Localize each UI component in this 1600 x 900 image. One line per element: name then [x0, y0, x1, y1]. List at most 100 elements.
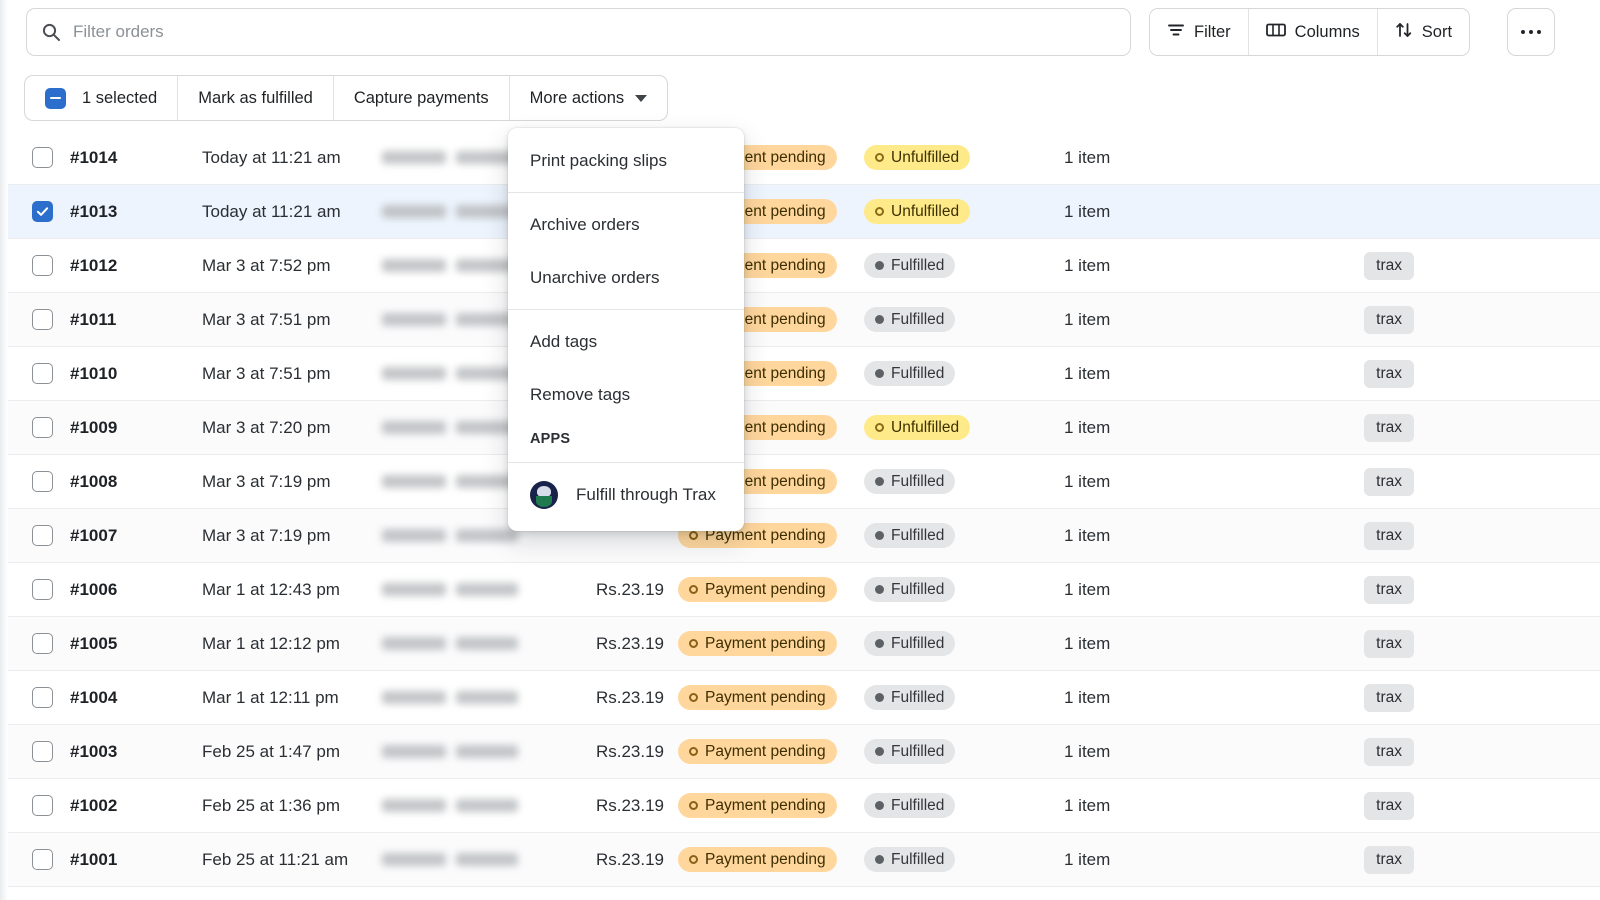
order-number[interactable]: #1013 — [70, 202, 202, 222]
row-checkbox[interactable] — [31, 309, 53, 330]
order-total: Rs.23.19 — [595, 579, 664, 599]
order-tags-cell: trax — [1264, 791, 1600, 820]
filter-button[interactable]: Filter — [1150, 9, 1248, 55]
menu-item[interactable]: Remove tags — [508, 368, 744, 421]
row-checkbox-cell[interactable] — [8, 309, 70, 330]
row-checkbox-cell[interactable] — [8, 471, 70, 492]
row-checkbox-cell[interactable] — [8, 363, 70, 384]
order-number[interactable]: #1007 — [70, 526, 202, 546]
menu-item-fulfill-through-trax[interactable]: Fulfill through Trax — [508, 468, 744, 521]
fulfillment-status-badge: Unfulfilled — [864, 415, 971, 440]
table-row[interactable]: #1007 Mar 3 at 7:19 pm Payment pending Fulf… — [8, 509, 1600, 563]
row-checkbox[interactable] — [31, 795, 53, 816]
select-all-checkbox-cell[interactable]: 1 selected — [25, 76, 177, 120]
search-field-wrapper[interactable] — [26, 8, 1131, 56]
table-row[interactable]: #1010 Mar 3 at 7:51 pm Payment pending Fulf… — [8, 347, 1600, 401]
order-tag: trax — [1364, 305, 1414, 334]
dot-icon — [875, 261, 884, 270]
row-checkbox[interactable] — [31, 255, 53, 276]
dot-icon — [875, 855, 884, 864]
order-number[interactable]: #1008 — [70, 472, 202, 492]
order-number[interactable]: #1005 — [70, 634, 202, 654]
order-tag: trax — [1364, 629, 1414, 658]
payment-status-badge: Payment pending — [678, 631, 837, 656]
row-checkbox-cell[interactable] — [8, 741, 70, 762]
row-checkbox-cell[interactable] — [8, 255, 70, 276]
table-row[interactable]: #1012 Mar 3 at 7:52 pm Payment pending Fulf… — [8, 239, 1600, 293]
order-number[interactable]: #1001 — [70, 850, 202, 870]
row-checkbox[interactable] — [31, 363, 53, 384]
row-checkbox[interactable] — [31, 201, 53, 222]
row-checkbox[interactable] — [31, 471, 53, 492]
indeterminate-checkbox-icon[interactable] — [45, 87, 66, 109]
more-actions-button[interactable]: More actions — [508, 76, 667, 120]
dot-icon — [875, 315, 884, 324]
table-row[interactable]: #1004 Mar 1 at 12:11 pm Rs.23.19 Payment pe… — [8, 671, 1600, 725]
order-number[interactable]: #1011 — [70, 310, 202, 330]
table-row[interactable]: #1005 Mar 1 at 12:12 pm Rs.23.19 Payment pe… — [8, 617, 1600, 671]
fulfillment-status-cell: Unfulfilled — [864, 415, 1064, 440]
table-row[interactable]: #1002 Feb 25 at 1:36 pm Rs.23.19 Payment pe… — [8, 779, 1600, 833]
row-checkbox-cell[interactable] — [8, 687, 70, 708]
fulfillment-status-cell: Fulfilled — [864, 307, 1064, 332]
row-checkbox[interactable] — [31, 633, 53, 654]
item-count: 1 item — [1064, 795, 1111, 815]
row-checkbox-cell[interactable] — [8, 525, 70, 546]
table-row[interactable]: #1003 Feb 25 at 1:47 pm Rs.23.19 Payment pe… — [8, 725, 1600, 779]
order-date: Today at 11:21 am — [202, 147, 341, 167]
search-toolbar-row: Filter Columns — [8, 0, 1600, 66]
item-count: 1 item — [1064, 255, 1111, 275]
menu-divider — [508, 462, 744, 463]
row-checkbox-cell[interactable] — [8, 147, 70, 168]
order-number[interactable]: #1014 — [70, 148, 202, 168]
order-tags-cell: trax — [1264, 359, 1600, 388]
row-checkbox[interactable] — [31, 525, 53, 546]
menu-item[interactable]: Add tags — [508, 315, 744, 368]
table-row[interactable]: #1008 Mar 3 at 7:19 pm Payment pending Fulf… — [8, 455, 1600, 509]
order-number[interactable]: #1006 — [70, 580, 202, 600]
row-checkbox[interactable] — [31, 579, 53, 600]
table-row[interactable]: #1009 Mar 3 at 7:20 pm Payment pending Unfu… — [8, 401, 1600, 455]
row-checkbox-cell[interactable] — [8, 417, 70, 438]
customer-name — [382, 745, 542, 758]
order-number[interactable]: #1002 — [70, 796, 202, 816]
capture-payments-button[interactable]: Capture payments — [332, 76, 509, 120]
row-checkbox-cell[interactable] — [8, 579, 70, 600]
columns-button[interactable]: Columns — [1247, 9, 1377, 55]
row-checkbox[interactable] — [31, 849, 53, 870]
more-options-button[interactable] — [1507, 8, 1555, 56]
table-row[interactable]: #1011 Mar 3 at 7:51 pm Payment pending Fulf… — [8, 293, 1600, 347]
order-number[interactable]: #1012 — [70, 256, 202, 276]
mark-as-fulfilled-button[interactable]: Mark as fulfilled — [177, 76, 333, 120]
order-number[interactable]: #1003 — [70, 742, 202, 762]
order-tag: trax — [1364, 467, 1414, 496]
row-checkbox[interactable] — [31, 147, 53, 168]
more-actions-label: More actions — [529, 88, 625, 107]
row-checkbox-cell[interactable] — [8, 849, 70, 870]
order-number[interactable]: #1004 — [70, 688, 202, 708]
order-number[interactable]: #1010 — [70, 364, 202, 384]
order-number[interactable]: #1009 — [70, 418, 202, 438]
payment-status-cell: Payment pending — [678, 631, 864, 656]
row-checkbox-cell[interactable] — [8, 633, 70, 654]
fulfillment-status-cell: Unfulfilled — [864, 145, 1064, 170]
order-tags-cell: trax — [1264, 683, 1600, 712]
sort-button[interactable]: Sort — [1376, 9, 1470, 55]
row-checkbox[interactable] — [31, 741, 53, 762]
table-row[interactable]: #1001 Feb 25 at 11:21 am Rs.23.19 Payment p… — [8, 833, 1600, 887]
payment-status-cell: Payment pending — [678, 847, 864, 872]
item-count: 1 item — [1064, 471, 1111, 491]
table-row[interactable]: #1014 Today at 11:21 am Payment pending Unf… — [8, 131, 1600, 185]
table-row[interactable]: #1006 Mar 1 at 12:43 pm Rs.23.19 Payment pe… — [8, 563, 1600, 617]
payment-status-badge: Payment pending — [678, 847, 837, 872]
table-row[interactable]: #1013 Today at 11:21 am Payment pending Unf… — [8, 185, 1600, 239]
search-input[interactable] — [73, 22, 1116, 42]
menu-item[interactable]: Print packing slips — [508, 134, 744, 187]
row-checkbox[interactable] — [31, 417, 53, 438]
menu-item[interactable]: Archive orders — [508, 198, 744, 251]
row-checkbox-cell[interactable] — [8, 795, 70, 816]
menu-item[interactable]: Unarchive orders — [508, 251, 744, 304]
row-checkbox-cell[interactable] — [8, 201, 70, 222]
row-checkbox[interactable] — [31, 687, 53, 708]
order-tag: trax — [1364, 413, 1414, 442]
